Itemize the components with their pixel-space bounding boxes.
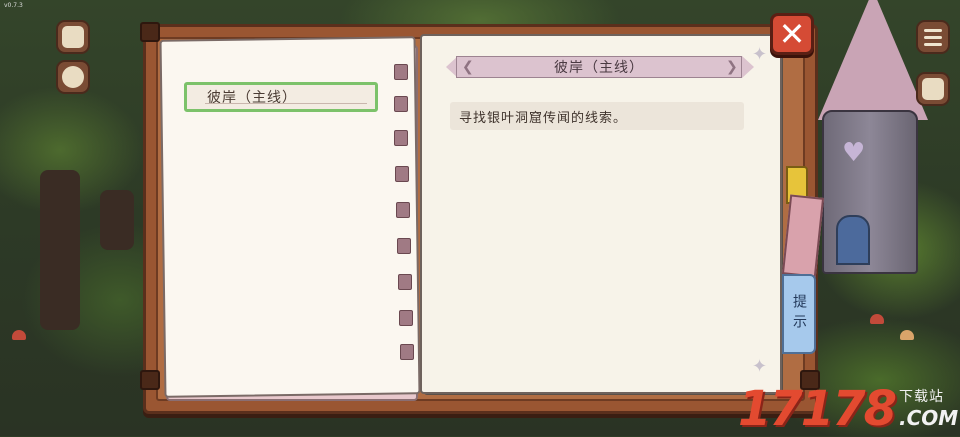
quest-title: 彼岸（主线）	[554, 60, 644, 76]
quest-detail-page	[420, 34, 782, 394]
inventory-button[interactable]	[916, 72, 950, 106]
quest-list-item-selected[interactable]: 彼岸（主线）	[184, 82, 378, 112]
mushroom-icon	[870, 314, 884, 324]
binding-ring	[394, 96, 408, 112]
binding-ring	[396, 202, 410, 218]
star-icon: ✦	[752, 44, 768, 65]
mushroom-icon	[900, 330, 914, 340]
binding-ring	[398, 274, 412, 290]
heart-window-icon: ♥	[842, 138, 866, 168]
menu-icon	[924, 28, 942, 46]
watermark-number: 17178	[738, 381, 897, 437]
watermark-top-text: 下载站	[899, 389, 944, 405]
hint-tab[interactable]: 提示	[782, 274, 816, 354]
inventory-icon	[922, 78, 944, 100]
tower-door	[836, 215, 870, 265]
version-label: v0.7.3	[4, 2, 23, 9]
close-icon: ✕	[778, 15, 806, 53]
binding-ring	[394, 130, 408, 146]
frame-corner	[140, 22, 160, 42]
quest-description: 寻找银叶洞窟传闻的线索。	[459, 110, 628, 126]
frame-corner	[140, 370, 160, 390]
binding-ring	[399, 310, 413, 326]
binding-ring	[395, 166, 409, 182]
chevron-right-icon: ❯	[726, 59, 738, 75]
notes-button[interactable]	[56, 20, 90, 54]
watermark-domain: .COM	[899, 406, 959, 430]
tree-trunk	[100, 190, 134, 250]
bag-icon	[62, 66, 84, 88]
close-button[interactable]: ✕	[770, 13, 814, 55]
binding-ring	[400, 344, 414, 360]
binding-ring	[394, 64, 408, 80]
notes-icon	[62, 26, 84, 48]
quest-title-ribbon: 彼岸（主线）	[456, 56, 742, 78]
binding-ring	[397, 238, 411, 254]
tree-trunk	[40, 170, 80, 330]
chevron-left-icon: ❮	[462, 59, 474, 75]
mushroom-icon	[12, 330, 26, 340]
watermark: 17178 下载站 .COM	[738, 378, 958, 434]
bag-button[interactable]	[56, 60, 90, 94]
quest-description-box: 寻找银叶洞窟传闻的线索。	[450, 102, 744, 130]
menu-button[interactable]	[916, 20, 950, 54]
tower-roof	[818, 0, 928, 120]
star-icon: ✦	[752, 356, 768, 377]
quest-item-label: 彼岸（主线）	[207, 90, 297, 106]
hint-tab-label: 提示	[791, 294, 807, 334]
